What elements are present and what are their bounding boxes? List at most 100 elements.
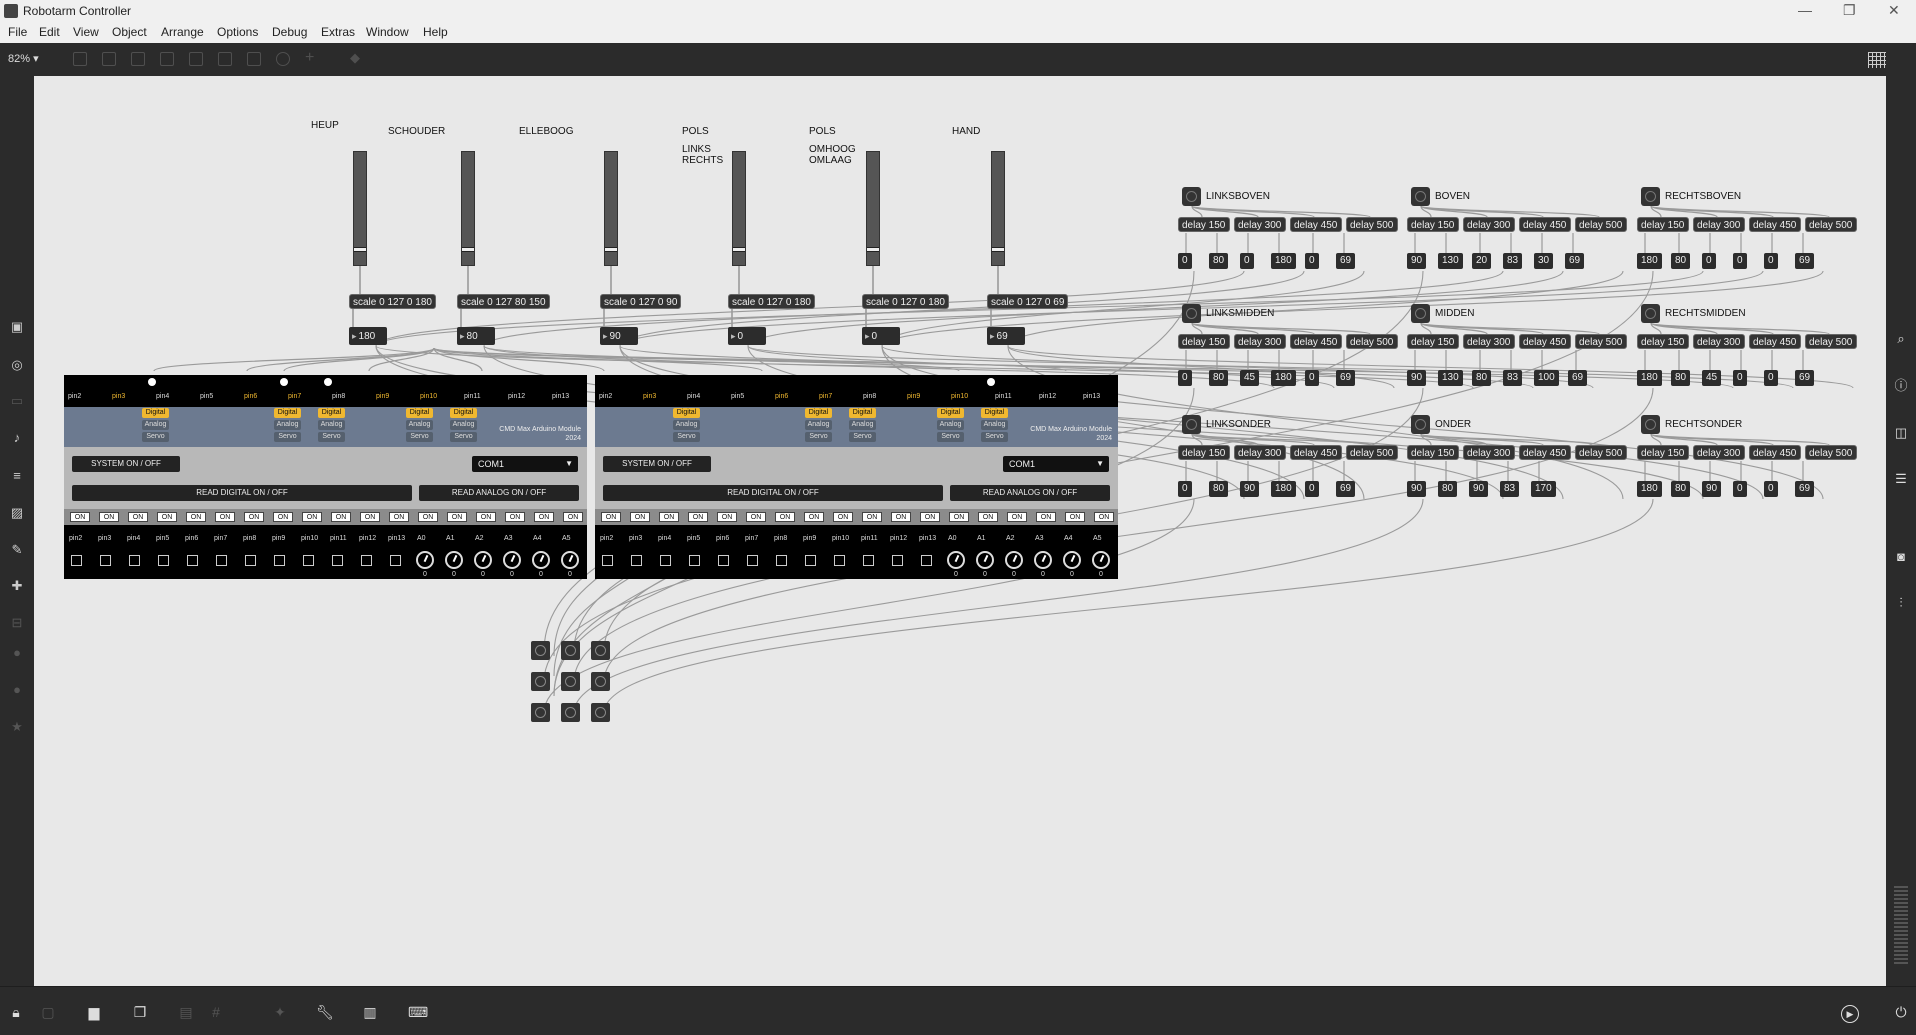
- delay-object[interactable]: delay 300: [1693, 217, 1745, 232]
- menu-object[interactable]: Object: [112, 25, 147, 39]
- image-icon[interactable]: ▨: [10, 506, 24, 520]
- preset-trigger-button[interactable]: [1411, 304, 1430, 323]
- preset-bang[interactable]: [561, 703, 580, 722]
- servo-tag[interactable]: Servo: [274, 432, 301, 442]
- analog-dial[interactable]: [976, 551, 994, 569]
- circle-p-icon[interactable]: ●: [10, 646, 24, 660]
- number-box[interactable]: 180: [349, 327, 387, 345]
- preset-value[interactable]: 45: [1240, 370, 1260, 386]
- servo-tag[interactable]: Servo: [981, 432, 1008, 442]
- preset-value[interactable]: 90: [1407, 481, 1427, 497]
- analog-dial[interactable]: [445, 551, 463, 569]
- preset-bang[interactable]: [591, 672, 610, 691]
- delay-object[interactable]: delay 450: [1519, 445, 1571, 460]
- grid-small-icon[interactable]: #: [208, 1005, 224, 1019]
- menu-options[interactable]: Options: [217, 25, 258, 39]
- analog-tag[interactable]: Analog: [450, 420, 477, 430]
- on-toggle[interactable]: ON: [157, 512, 177, 522]
- preset-trigger-button[interactable]: [1182, 304, 1201, 323]
- magic-icon[interactable]: ✦: [272, 1005, 288, 1019]
- patcher-icon[interactable]: [102, 52, 116, 66]
- pin-checkbox[interactable]: [631, 555, 642, 566]
- preset-value[interactable]: 80: [1438, 481, 1458, 497]
- paperclip-icon[interactable]: ✎: [10, 543, 24, 557]
- on-toggle[interactable]: ON: [389, 512, 409, 522]
- preset-trigger-button[interactable]: [1411, 187, 1430, 206]
- preset-bang[interactable]: [531, 672, 550, 691]
- grid-icon[interactable]: [1868, 52, 1886, 68]
- analog-dial[interactable]: [1063, 551, 1081, 569]
- power-icon[interactable]: ⏻: [1893, 1005, 1909, 1019]
- delay-object[interactable]: delay 150: [1407, 334, 1459, 349]
- delay-object[interactable]: delay 450: [1749, 334, 1801, 349]
- object-icon[interactable]: [189, 52, 203, 66]
- on-toggle[interactable]: ON: [273, 512, 293, 522]
- preset-bang[interactable]: [561, 641, 580, 660]
- read-analog-button[interactable]: READ ANALOG ON / OFF: [950, 485, 1110, 501]
- windows-icon[interactable]: ❐: [132, 1005, 148, 1019]
- preset-bang[interactable]: [531, 641, 550, 660]
- preset-value[interactable]: 45: [1702, 370, 1722, 386]
- analog-tag[interactable]: Analog: [673, 420, 700, 430]
- digital-tag[interactable]: Digital: [450, 408, 477, 418]
- pin-checkbox[interactable]: [361, 555, 372, 566]
- on-toggle[interactable]: ON: [833, 512, 853, 522]
- pin-checkbox[interactable]: [689, 555, 700, 566]
- delay-object[interactable]: delay 150: [1407, 217, 1459, 232]
- analog-dial[interactable]: [1005, 551, 1023, 569]
- com-port-dropdown[interactable]: COM1 ▼: [1003, 456, 1109, 472]
- slider-knob[interactable]: [462, 247, 474, 252]
- digital-tag[interactable]: Digital: [805, 408, 832, 418]
- delay-object[interactable]: delay 150: [1178, 445, 1230, 460]
- preset-value[interactable]: 0: [1764, 481, 1778, 497]
- circle-b-icon[interactable]: ●: [10, 683, 24, 697]
- preset-value[interactable]: 69: [1795, 481, 1815, 497]
- preset-trigger-button[interactable]: [1182, 187, 1201, 206]
- pin-checkbox[interactable]: [834, 555, 845, 566]
- preset-value[interactable]: 80: [1209, 253, 1229, 269]
- delay-object[interactable]: delay 450: [1519, 334, 1571, 349]
- preset-value[interactable]: 130: [1438, 370, 1463, 386]
- pin-checkbox[interactable]: [100, 555, 111, 566]
- system-on-off-button[interactable]: SYSTEM ON / OFF: [603, 456, 711, 472]
- pin-checkbox[interactable]: [805, 555, 816, 566]
- lock-icon[interactable]: 🔒︎: [8, 1005, 24, 1019]
- analog-dial[interactable]: [503, 551, 521, 569]
- panel-icon[interactable]: [247, 52, 261, 66]
- on-toggle[interactable]: ON: [476, 512, 496, 522]
- delay-object[interactable]: delay 500: [1346, 217, 1398, 232]
- delay-object[interactable]: delay 300: [1693, 445, 1745, 460]
- digital-tag[interactable]: Digital: [981, 408, 1008, 418]
- preset-value[interactable]: 0: [1764, 370, 1778, 386]
- read-digital-button[interactable]: READ DIGITAL ON / OFF: [603, 485, 943, 501]
- preset-value[interactable]: 90: [1407, 370, 1427, 386]
- mixer-icon[interactable]: ⫶: [1894, 596, 1908, 610]
- preset-value[interactable]: 130: [1438, 253, 1463, 269]
- preset-value[interactable]: 69: [1795, 253, 1815, 269]
- preset-value[interactable]: 30: [1534, 253, 1554, 269]
- present-icon[interactable]: [73, 52, 87, 66]
- preset-value[interactable]: 83: [1503, 253, 1523, 269]
- servo-tag[interactable]: Servo: [805, 432, 832, 442]
- pin-checkbox[interactable]: [187, 555, 198, 566]
- preset-value[interactable]: 0: [1305, 370, 1319, 386]
- delay-object[interactable]: delay 500: [1805, 445, 1857, 460]
- preset-value[interactable]: 90: [1702, 481, 1722, 497]
- com-port-dropdown[interactable]: COM1 ▼: [472, 456, 578, 472]
- preset-value[interactable]: 0: [1178, 253, 1192, 269]
- joint-slider[interactable]: [461, 151, 475, 266]
- scale-object[interactable]: scale 0 127 80 150: [457, 294, 550, 309]
- system-on-off-button[interactable]: SYSTEM ON / OFF: [72, 456, 180, 472]
- on-toggle[interactable]: ON: [1036, 512, 1056, 522]
- read-digital-button[interactable]: READ DIGITAL ON / OFF: [72, 485, 412, 501]
- info-icon[interactable]: ⓘ: [1894, 379, 1908, 393]
- read-analog-button[interactable]: READ ANALOG ON / OFF: [419, 485, 579, 501]
- delay-object[interactable]: delay 500: [1346, 334, 1398, 349]
- delay-object[interactable]: delay 150: [1178, 217, 1230, 232]
- edit-icon[interactable]: ▢: [40, 1005, 56, 1019]
- preset-value[interactable]: 90: [1407, 253, 1427, 269]
- delay-object[interactable]: delay 450: [1290, 334, 1342, 349]
- on-toggle[interactable]: ON: [244, 512, 264, 522]
- preset-value[interactable]: 80: [1671, 253, 1691, 269]
- menu-extras[interactable]: Extras: [321, 25, 355, 39]
